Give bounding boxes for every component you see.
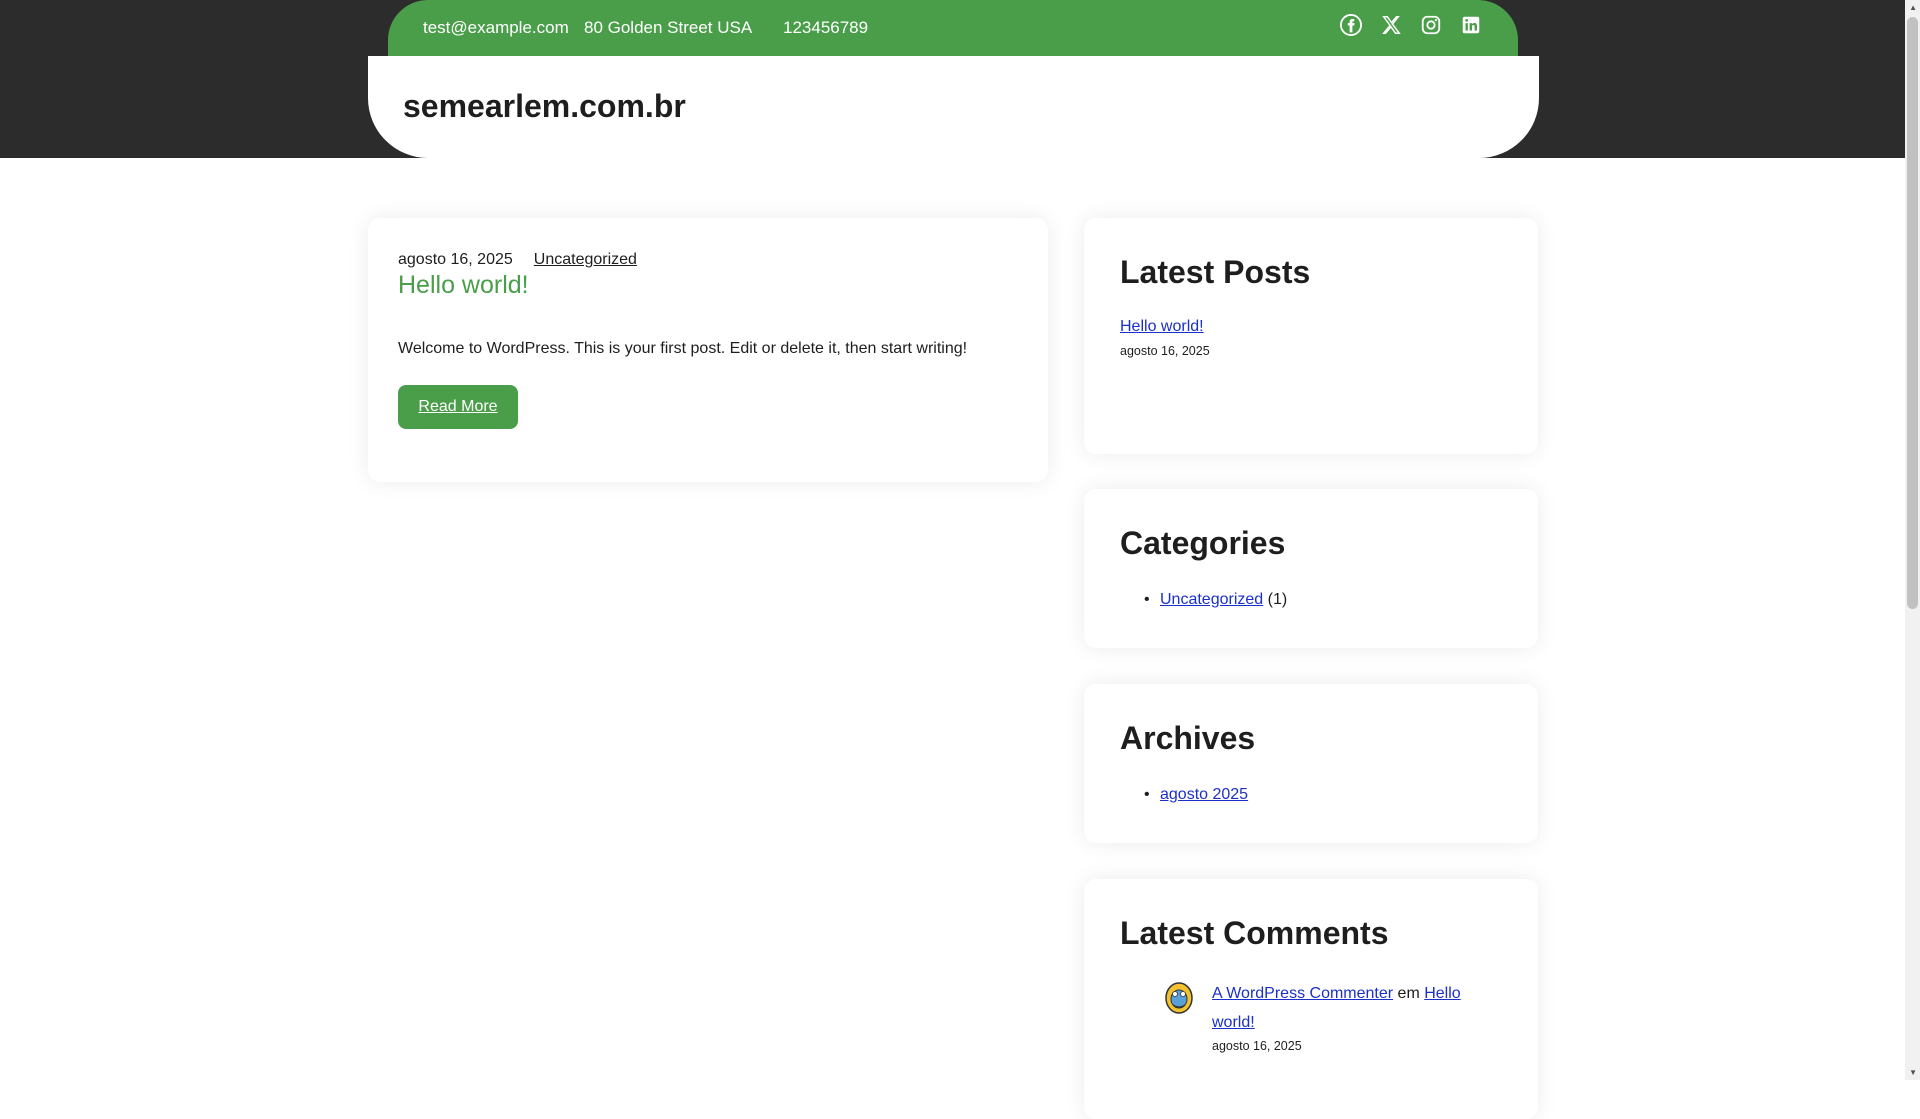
category-count: (1): [1267, 591, 1288, 608]
category-link[interactable]: Uncategorized: [1160, 591, 1263, 608]
social-links: [1340, 14, 1482, 36]
post-card: agosto 16, 2025 Uncategorized Hello worl…: [368, 218, 1048, 482]
scroll-up-icon[interactable]: ▲: [1909, 3, 1917, 12]
post-category-link[interactable]: Uncategorized: [534, 251, 637, 269]
archives-widget: Archives agosto 2025: [1084, 684, 1538, 843]
widget-title: Categories: [1120, 525, 1286, 561]
widget-title: Latest Posts: [1120, 254, 1311, 290]
site-title[interactable]: semearlem.com.br: [403, 88, 686, 125]
avatar: [1163, 979, 1195, 1015]
linkedin-icon[interactable]: [1460, 14, 1482, 36]
scroll-thumb[interactable]: [1907, 17, 1918, 609]
email-text: test@example.com: [423, 18, 569, 37]
comment-connector: em: [1397, 985, 1425, 1002]
instagram-icon[interactable]: [1420, 14, 1442, 36]
scrollbar[interactable]: ▲ ▼: [1905, 0, 1920, 1080]
latest-post-date: agosto 16, 2025: [1120, 344, 1210, 358]
post-title[interactable]: Hello world!: [398, 271, 529, 300]
scroll-down-icon[interactable]: ▼: [1909, 1068, 1917, 1077]
widget-title: Archives: [1120, 720, 1256, 756]
archive-list-item: agosto 2025: [1144, 786, 1248, 804]
address-text: 80 Golden Street USA: [584, 18, 753, 37]
comment-date: agosto 16, 2025: [1212, 1039, 1302, 1053]
post-meta: agosto 16, 2025 Uncategorized: [398, 251, 637, 269]
facebook-icon[interactable]: [1340, 14, 1362, 36]
post-date: agosto 16, 2025: [398, 251, 513, 268]
categories-widget: Categories Uncategorized (1): [1084, 489, 1538, 648]
latest-post-link[interactable]: Hello world!: [1120, 318, 1204, 336]
latest-comments-widget: Latest Comments A WordPress Commenter em…: [1084, 879, 1538, 1119]
latest-posts-widget: Latest Posts Hello world! agosto 16, 202…: [1084, 218, 1538, 454]
post-excerpt: Welcome to WordPress. This is your first…: [398, 340, 968, 357]
x-icon[interactable]: [1380, 14, 1402, 36]
phone-text: 123456789: [783, 18, 869, 37]
comment-text: A WordPress Commenter em Hello world!: [1212, 979, 1492, 1037]
comment-author-link[interactable]: A WordPress Commenter: [1212, 985, 1393, 1002]
read-more-button[interactable]: Read More: [398, 385, 518, 429]
category-list-item: Uncategorized (1): [1144, 591, 1288, 609]
archive-link[interactable]: agosto 2025: [1160, 786, 1248, 803]
widget-title: Latest Comments: [1120, 915, 1389, 951]
topbar-content: test@example.com 80 Golden Street USA 12…: [388, 0, 1518, 56]
